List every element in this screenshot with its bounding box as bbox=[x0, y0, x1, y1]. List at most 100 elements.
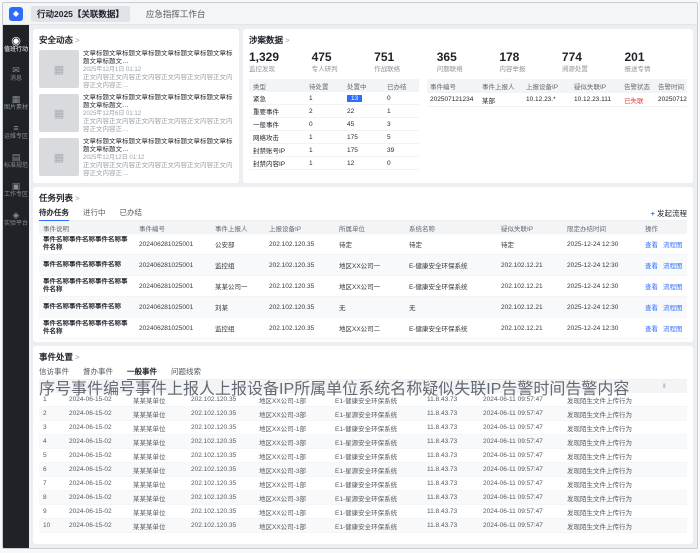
task-tabs-row: 待办任务进行中已办结 +发起流程 bbox=[39, 206, 687, 221]
lost-ip-cell: 11.8.43.73 bbox=[423, 424, 479, 431]
done-cell: 1 bbox=[383, 108, 419, 115]
task-tab[interactable]: 已办结 bbox=[120, 205, 143, 222]
org-cell: 地区XX公司一 bbox=[335, 281, 405, 291]
device-ip-cell: 202.102.120.35 bbox=[187, 466, 255, 473]
table-row: 202507121234 某部 10.12.23.* 10.12.23.111 … bbox=[427, 93, 687, 107]
deadline-cell: 2025-12-24 12:30 bbox=[563, 262, 641, 269]
alert-content-cell: 发现陌生文件上传行为 bbox=[563, 479, 687, 489]
alert-content-cell: 发现陌生文件上传行为 bbox=[563, 521, 687, 531]
view-link[interactable]: 查看 bbox=[645, 326, 658, 333]
table-row[interactable]: 网络攻击 1 175 5 bbox=[249, 131, 419, 144]
view-link[interactable]: 查看 bbox=[645, 305, 658, 312]
sidebar-item-icon: ◉ bbox=[11, 36, 21, 47]
stat-label: 溯源处置 bbox=[562, 65, 625, 74]
sidebar-item[interactable]: ▤ 标准规范 bbox=[3, 149, 29, 173]
view-link[interactable]: 查看 bbox=[645, 284, 658, 291]
top-tab[interactable]: 行动2025【关联数据】 bbox=[31, 6, 130, 22]
type-summary-table: 类型待处置处置中已办结 紧急 1 13 0 bbox=[249, 79, 419, 170]
reporter-cell: 某某某单位 bbox=[129, 423, 187, 433]
event-id-cell: 2024-06-15-02 bbox=[65, 424, 129, 431]
device-ip-cell: 202.102.120.35 bbox=[187, 522, 255, 529]
table-row: 9 2024-06-15-02 某某某单位 202.102.120.35 地区X… bbox=[39, 505, 687, 519]
table-body: 事件名称事件名称事件名称事件名称 202406281025001 公安部 202… bbox=[39, 234, 687, 339]
system-cell: 无 bbox=[405, 302, 497, 312]
more-link[interactable]: > bbox=[75, 194, 80, 203]
type-cell: 一般事件 bbox=[249, 119, 305, 129]
time-cell: 2024-06-11 09:57:47 bbox=[479, 424, 563, 431]
top-tab[interactable]: 应急指挥工作台 bbox=[140, 6, 212, 22]
stat-value: 178 bbox=[499, 50, 562, 65]
pending-cell: 0 bbox=[305, 121, 343, 128]
event-id-cell: 202406281025001 bbox=[135, 283, 211, 290]
column-header: 疑似失联IP bbox=[422, 375, 501, 399]
stat-label: 作战联络 bbox=[374, 65, 437, 74]
reporter-cell: 某某某单位 bbox=[129, 409, 187, 419]
sidebar-item[interactable]: ▦ 图片素材 bbox=[3, 91, 29, 115]
section-title-text: 任务列表 bbox=[39, 193, 73, 203]
pending-cell: 2 bbox=[305, 108, 343, 115]
view-link[interactable]: 查看 bbox=[645, 242, 658, 249]
news-item[interactable]: ▦ 文章标题文章标题文章标题文章标题文章标题文章标题文章标题文… 2025年12… bbox=[39, 50, 233, 91]
flowchart-link[interactable]: 流程图 bbox=[663, 326, 683, 333]
topbar: ◆ 行动2025【关联数据】 应急指挥工作台 bbox=[3, 3, 697, 25]
table-row[interactable]: 紧急 1 13 0 bbox=[249, 92, 419, 105]
sidebar-item[interactable]: ≡ 运维专区 bbox=[3, 120, 29, 144]
deadline-cell: 2025-12-24 12:30 bbox=[563, 325, 641, 332]
table-body: 202507121234 某部 10.12.23.* 10.12.23.111 … bbox=[427, 93, 687, 107]
more-link[interactable]: > bbox=[75, 353, 80, 362]
news-item[interactable]: ▦ 文章标题文章标题文章标题文章标题文章标题文章标题文章标题文… 2025年12… bbox=[39, 138, 233, 179]
sidebar-item-icon: ▦ bbox=[12, 94, 21, 105]
time-cell: 2024-06-11 09:57:47 bbox=[479, 480, 563, 487]
done-cell: 39 bbox=[383, 147, 419, 154]
more-link[interactable]: > bbox=[285, 36, 290, 45]
table-header: 序号事件编号事件上报人上报设备IP所属单位系统名称疑似失联IP告警时间告警内容 … bbox=[39, 380, 687, 393]
lost-ip-cell: 待定 bbox=[497, 239, 563, 249]
column-header: 事件编号 bbox=[427, 81, 479, 91]
news-text: 文章标题文章标题文章标题文章标题文章标题文章标题文章标题文… 2025年12月1… bbox=[83, 138, 233, 179]
flowchart-link[interactable]: 流程图 bbox=[663, 284, 683, 291]
lost-ip-cell: 202.102.12.21 bbox=[497, 325, 563, 332]
start-flow-label: 发起流程 bbox=[657, 209, 687, 218]
news-item[interactable]: ▦ 文章标题文章标题文章标题文章标题文章标题文章标题文章标题文… 2025年12… bbox=[39, 94, 233, 135]
sidebar-item[interactable]: ✉ 消息 bbox=[3, 62, 29, 86]
pending-cell: 1 bbox=[305, 147, 343, 154]
view-link[interactable]: 查看 bbox=[645, 263, 658, 270]
event-id-cell: 2024-06-15-02 bbox=[65, 508, 129, 515]
sidebar-item-label: 实验平台 bbox=[4, 221, 28, 228]
system-cell: E1-健康安全环保系统 bbox=[331, 423, 423, 433]
table-row[interactable]: 封禁账号IP 1 175 39 bbox=[249, 144, 419, 157]
org-cell: 地区XX公司-1部 bbox=[255, 507, 331, 517]
more-link[interactable]: > bbox=[75, 36, 80, 45]
start-flow-button[interactable]: +发起流程 bbox=[651, 208, 687, 219]
table-row[interactable]: 一般事件 0 45 3 bbox=[249, 118, 419, 131]
flowchart-link[interactable]: 流程图 bbox=[663, 263, 683, 270]
sidebar-item[interactable]: ◉ 值班行动 bbox=[3, 33, 29, 57]
type-cell: 网络攻击 bbox=[249, 132, 305, 142]
table-body: 紧急 1 13 0 重要事件 2 22 bbox=[249, 92, 419, 170]
table-row[interactable]: 封禁内容IP 1 12 0 bbox=[249, 157, 419, 170]
task-tab[interactable]: 进行中 bbox=[83, 205, 106, 222]
reporter-cell: 某某某单位 bbox=[129, 507, 187, 517]
section-title-text: 事件处置 bbox=[39, 352, 73, 362]
column-header: 操作 bbox=[641, 223, 687, 233]
table-row: 事件名称事件名称事件名称 202406281025001 监控组 202.102… bbox=[39, 255, 687, 276]
sidebar-item[interactable]: ◈ 实验平台 bbox=[3, 207, 29, 231]
event-id-cell: 2024-06-15-02 bbox=[65, 466, 129, 473]
sidebar-item[interactable]: ▣ 工作专区 bbox=[3, 178, 29, 202]
lost-ip-cell: 10.12.23.111 bbox=[571, 96, 621, 103]
table-header: 事件说明事件编号事件上报人上报设备IP所属单位系统名称疑似失联IP限定办结时间操… bbox=[39, 221, 687, 234]
org-cell: 地区XX公司二 bbox=[335, 323, 405, 333]
column-header: 告警时间 bbox=[655, 81, 687, 91]
security-news-title: 安全动态> bbox=[39, 34, 233, 47]
flowchart-link[interactable]: 流程图 bbox=[663, 242, 683, 249]
flowchart-link[interactable]: 流程图 bbox=[663, 305, 683, 312]
app-logo-icon[interactable]: ◆ bbox=[9, 7, 23, 21]
task-tab[interactable]: 待办任务 bbox=[39, 205, 69, 222]
column-header: 处置中 bbox=[343, 81, 383, 91]
event-handling-title: 事件处置> bbox=[39, 351, 687, 364]
sidebar-item-label: 工作专区 bbox=[4, 192, 28, 199]
stat-value: 365 bbox=[437, 50, 500, 65]
type-cell: 紧急 bbox=[249, 93, 305, 103]
table-row[interactable]: 重要事件 2 22 1 bbox=[249, 105, 419, 118]
column-settings-icon[interactable]: ‖ bbox=[659, 380, 685, 393]
